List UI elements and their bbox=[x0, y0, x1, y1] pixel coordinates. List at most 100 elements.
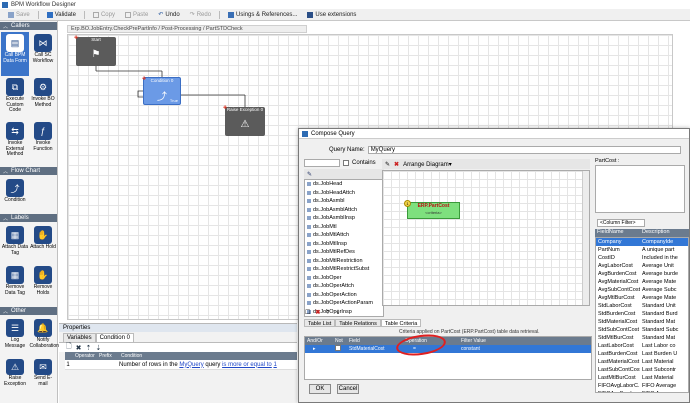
use-extensions-button[interactable]: Use extensions bbox=[303, 10, 360, 20]
field-row[interactable]: FIFOAvgBurden...FIFO Average bbox=[596, 390, 688, 392]
palette-remove-data-tag[interactable]: ▦ Remove Data Tag bbox=[1, 264, 29, 304]
field-row[interactable]: CostID Included in the bbox=[596, 254, 688, 262]
field-row[interactable]: StdMaterialCost Standard Mat bbox=[596, 318, 688, 326]
condition-node[interactable]: ✚ Condition 0 ⤴ True bbox=[142, 77, 181, 105]
fields-list[interactable]: Company CompanyIde PartNum A unique part Cos… bbox=[595, 237, 689, 393]
field-row[interactable]: StdSubContCost Standard Subc bbox=[596, 326, 688, 334]
criteria-row[interactable]: ▸ StdMaterialCost = constant bbox=[305, 345, 591, 353]
palette-execute-custom-code[interactable]: ⧉ Execute Custom Code bbox=[1, 76, 29, 120]
field-row[interactable]: LastSubContCost Last Subcontr bbox=[596, 366, 688, 374]
tab-table-list[interactable]: Table List bbox=[304, 319, 336, 327]
palette-notify-collaboration[interactable]: 🔔 Notify Collaboration bbox=[29, 317, 59, 357]
table-search-input[interactable] bbox=[304, 158, 340, 167]
field-row[interactable]: LastMaterialCost Last Material bbox=[596, 358, 688, 366]
table-list-item[interactable]: ds.JobHead bbox=[305, 180, 383, 189]
table-list-item[interactable]: ds.JobOperAction bbox=[305, 291, 383, 300]
table-list-item[interactable]: ds.JobOperMachParam bbox=[305, 316, 383, 317]
save-button[interactable]: Save bbox=[4, 10, 34, 20]
field-row[interactable]: AvgMaterialCost Average Mate bbox=[596, 278, 688, 286]
diagram-table-partcost[interactable]: 1 ERP.PartCost <criteria> bbox=[404, 200, 460, 219]
palette-invoke-external-method[interactable]: ⇆ Invoke External Method bbox=[1, 120, 29, 164]
palette-raise-exception[interactable]: ⚠ Raise Exception bbox=[1, 357, 29, 387]
move-up-icon[interactable]: ⇡ bbox=[86, 344, 92, 352]
field-row[interactable]: AvgLaborCost Average Unit bbox=[596, 262, 688, 270]
field-row[interactable]: PartNum A unique part bbox=[596, 246, 688, 254]
arrange-diagram-button[interactable]: Arrange Diagram▾ bbox=[403, 161, 452, 168]
palette-invoke-function[interactable]: ƒ Invoke Function bbox=[29, 120, 57, 164]
table-list-item[interactable]: ds.JobMtlRefDes bbox=[305, 248, 383, 257]
tab-table-relations[interactable]: Table Relations bbox=[335, 319, 381, 327]
table-list-item[interactable]: ds.JobOperActionParam bbox=[305, 299, 383, 308]
diagram-canvas[interactable]: 1 ERP.PartCost <criteria> bbox=[382, 170, 590, 306]
column-filter-input[interactable]: <Column Filter> bbox=[597, 219, 645, 227]
criteria-filter-value[interactable]: constant bbox=[459, 345, 519, 353]
field-row[interactable]: StdLaborCost Standard Unit bbox=[596, 302, 688, 310]
query-name-input[interactable]: MyQuery bbox=[367, 146, 681, 154]
filter-icon[interactable]: ✎ bbox=[307, 171, 312, 178]
delete-icon[interactable]: ✖ bbox=[394, 161, 399, 168]
value-link[interactable]: 1 bbox=[273, 362, 276, 368]
edit-icon[interactable]: ✎ bbox=[385, 161, 390, 168]
field-row[interactable]: LastMtlBurCost Last Material bbox=[596, 374, 688, 382]
add-icon[interactable]: ☐ bbox=[305, 309, 310, 316]
palette-header-labels[interactable]: ︿ Labels bbox=[0, 214, 57, 222]
copy-button[interactable]: Copy bbox=[89, 10, 119, 20]
validate-button[interactable]: Validate bbox=[43, 10, 80, 20]
field-row[interactable]: AvgSubContCost Average Subc bbox=[596, 286, 688, 294]
palette-call-bpm-data-form[interactable]: ▤ Call BPM Data Form bbox=[1, 32, 29, 76]
palette-condition[interactable]: ⤴ Condition bbox=[1, 177, 29, 211]
cancel-button[interactable]: Cancel bbox=[337, 384, 359, 394]
palette-header-callers[interactable]: ︿ Callers bbox=[0, 22, 57, 30]
table-list-item[interactable]: ds.JobMtlInsp bbox=[305, 240, 383, 249]
field-row[interactable]: StdMtlBurCost Standard Mat bbox=[596, 334, 688, 342]
field-row[interactable]: Company CompanyIde bbox=[596, 238, 688, 246]
table-list-item[interactable]: ds.JobAsmbl bbox=[305, 197, 383, 206]
table-list-item[interactable]: ds.JobMtlRestriction bbox=[305, 257, 383, 266]
table-list-item[interactable]: ds.JobOper bbox=[305, 274, 383, 283]
palette-header-flowchart[interactable]: ︿ Flow Chart bbox=[0, 167, 57, 175]
field-row[interactable]: AvgBurdenCost Average burde bbox=[596, 270, 688, 278]
palette-log-message[interactable]: ☰ Log Message bbox=[1, 317, 29, 357]
criteria-field[interactable]: StdMaterialCost bbox=[347, 345, 403, 353]
palette-invoke-bo-method[interactable]: ⚙ Invoke BO Method bbox=[29, 76, 57, 120]
palette-attach-data-tag[interactable]: ▦ Attach Data Tag bbox=[1, 224, 29, 264]
undo-button[interactable]: ↶ Undo bbox=[154, 10, 183, 20]
redo-button[interactable]: ↷ Redo bbox=[186, 10, 215, 20]
start-node[interactable]: ✚ Start ⚑ bbox=[74, 36, 116, 66]
query-link[interactable]: MyQuery bbox=[179, 362, 203, 368]
palette-call-sc-workflow[interactable]: ⋈ Call SC Workflow bbox=[29, 32, 57, 76]
criteria-grid[interactable]: And/Or Not Field Operation Filter Value … bbox=[304, 336, 592, 380]
field-row[interactable]: FIFOAvgLaborC... FIFO Average bbox=[596, 382, 688, 390]
table-list-item[interactable]: ds.JobMtlAttch bbox=[305, 231, 383, 240]
move-up-icon[interactable]: ⇡ bbox=[325, 309, 330, 316]
palette-send-email[interactable]: ✉ Send E-mail bbox=[29, 357, 57, 387]
contains-checkbox[interactable] bbox=[343, 159, 349, 166]
usings-references-button[interactable]: Usings & References... bbox=[224, 10, 301, 20]
operator-link[interactable]: is more or equal to bbox=[222, 362, 272, 368]
tab-condition-0[interactable]: Condition 0 bbox=[95, 333, 134, 342]
palette-attach-hold[interactable]: ✋ Attach Hold bbox=[29, 224, 57, 264]
table-list-item[interactable]: ds.JobAsmblInsp bbox=[305, 214, 383, 223]
move-down-icon[interactable]: ⇣ bbox=[95, 344, 101, 352]
palette-remove-holds[interactable]: ✋ Remove Holds bbox=[29, 264, 57, 304]
field-row[interactable]: LastLaborCost Last Labor co bbox=[596, 342, 688, 350]
table-list-item[interactable]: ds.JobMtl bbox=[305, 223, 383, 232]
table-list-item[interactable]: ds.JobMtlRestrictSubst bbox=[305, 265, 383, 274]
field-row[interactable]: StdBurdenCost Standard Burd bbox=[596, 310, 688, 318]
tab-variables[interactable]: Variables bbox=[63, 333, 96, 342]
partcost-box[interactable] bbox=[595, 165, 685, 213]
table-list-item[interactable]: ds.JobOperAttch bbox=[305, 282, 383, 291]
field-row[interactable]: LastBurdenCost Last Burden U bbox=[596, 350, 688, 358]
delete-icon[interactable]: ✖ bbox=[315, 309, 320, 316]
not-checkbox[interactable] bbox=[335, 345, 341, 351]
paste-button[interactable]: Paste bbox=[121, 10, 152, 20]
ok-button[interactable]: OK bbox=[309, 384, 331, 394]
diagram-scrollbar[interactable] bbox=[582, 171, 589, 305]
table-list-item[interactable]: ds.JobAsmblAttch bbox=[305, 206, 383, 215]
new-icon[interactable]: 🗋 bbox=[66, 342, 72, 353]
field-row[interactable]: AvgMtlBurCost Average Mate bbox=[596, 294, 688, 302]
condition-row[interactable]: 1 Number of rows in the MyQuery query is… bbox=[65, 360, 297, 370]
raise-exception-node[interactable]: ✚ Raise Exception 0 ⚠ bbox=[223, 106, 265, 136]
delete-icon[interactable]: ✖ bbox=[76, 344, 82, 352]
tab-table-criteria[interactable]: Table Criteria bbox=[380, 319, 422, 327]
